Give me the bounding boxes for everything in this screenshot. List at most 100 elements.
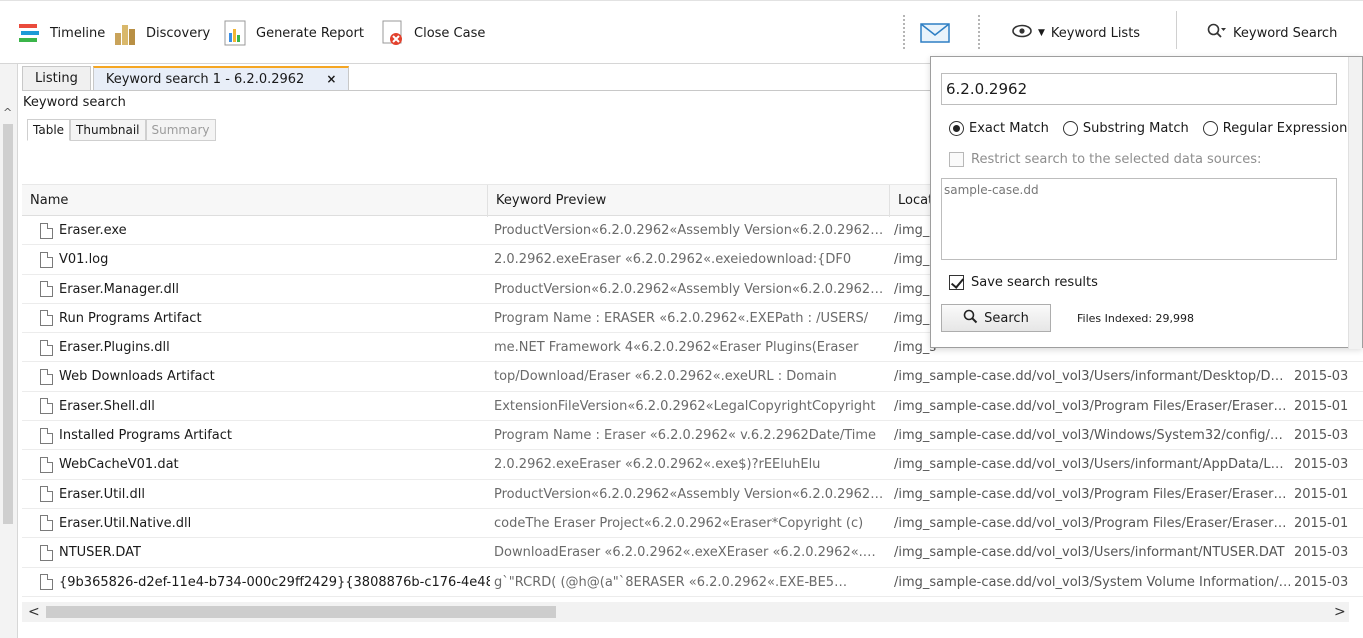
location-cell: /img_sample-case.dd/vol_vol3/Program Fil… <box>894 515 1287 531</box>
column-header-name[interactable]: Name <box>22 185 488 217</box>
radio-unselected-icon <box>1062 121 1078 136</box>
keyword-preview-cell: 2.0.2962.exeEraser «6.2.0.2962«.exeiedow… <box>494 252 852 268</box>
scroll-right-icon[interactable]: > <box>1334 602 1346 622</box>
keyword-preview-cell: ProductVersion«6.2.0.2962«Assembly Versi… <box>494 223 884 238</box>
location-cell: /img_sample-case.dd/vol_vol3/Windows/Sys… <box>894 428 1283 444</box>
keyword-preview-cell: ProductVersion«6.2.0.2962«Assembly Versi… <box>494 281 884 297</box>
popup-scrollbar[interactable] <box>1348 57 1362 349</box>
save-results-checkbox[interactable]: Save search results <box>949 275 1098 290</box>
file-icon <box>40 310 53 327</box>
view-subtabs: Table Thumbnail Summary <box>27 119 216 141</box>
file-name-cell: Installed Programs Artifact <box>40 421 490 450</box>
timeline-icon <box>14 18 44 48</box>
table-row[interactable]: Web Downloads Artifact top/Download/Erase… <box>22 362 1363 392</box>
file-icon <box>40 398 53 415</box>
subtab-summary: Summary <box>145 119 216 141</box>
file-icon <box>40 222 53 239</box>
file-name-cell: Run Programs Artifact <box>40 304 490 333</box>
generate-report-button[interactable]: Generate Report <box>220 15 364 51</box>
checkbox-checked-icon <box>949 275 964 290</box>
file-icon <box>40 574 53 591</box>
table-row[interactable]: Installed Programs Artifact Program Name … <box>22 421 1363 451</box>
main-toolbar: Timeline Discovery Generate Report Close… <box>0 0 1363 64</box>
file-name: Run Programs Artifact <box>59 310 202 326</box>
date-cell: 2015-01 <box>1294 486 1349 502</box>
search-button[interactable]: Search <box>941 304 1051 332</box>
timeline-button[interactable]: Timeline <box>14 15 105 51</box>
keyword-preview-cell: top/Download/Eraser «6.2.0.2962«.exeURL … <box>494 369 837 385</box>
restrict-sources-checkbox: Restrict search to the selected data sou… <box>949 152 1261 167</box>
magnifier-icon <box>963 309 978 328</box>
keyword-lists-button[interactable]: ▼ Keyword Lists <box>1012 15 1140 51</box>
radio-selected-icon <box>949 121 964 136</box>
tab-keyword-search[interactable]: Keyword search 1 - 6.2.0.2962 × <box>92 66 350 90</box>
keyword-search-button[interactable]: Keyword Search <box>1207 15 1337 51</box>
generate-report-label: Generate Report <box>256 25 364 41</box>
file-name: Eraser.Util.Native.dll <box>59 515 192 531</box>
keyword-preview-cell: g`"RCRD( (@h@(a"`8ERASER «6.2.0.2962«.EX… <box>494 574 848 590</box>
file-name-cell: WebCacheV01.dat <box>40 450 490 479</box>
close-case-button[interactable]: Close Case <box>378 15 485 51</box>
regular-expression-radio[interactable]: Regular Expression <box>1202 121 1347 136</box>
date-cell: 2015-03 <box>1294 545 1349 561</box>
file-icon <box>40 368 53 385</box>
location-cell: /img_sample-case.dd/vol_vol3/Program Fil… <box>894 398 1287 414</box>
file-name: Eraser.Plugins.dll <box>59 340 170 356</box>
horizontal-scrollbar[interactable]: < > <box>22 602 1349 622</box>
column-header-keyword-preview[interactable]: Keyword Preview <box>488 185 890 217</box>
table-row[interactable]: NTUSER.DAT DownloadEraser «6.2.0.2962«.ex… <box>22 538 1363 568</box>
date-cell: 2015-01 <box>1294 398 1349 414</box>
file-icon <box>40 515 53 532</box>
location-cell: /img_sample-case.dd/vol_vol3/Program Fil… <box>894 486 1287 502</box>
files-indexed-count: Files Indexed: 29,998 <box>1077 312 1195 325</box>
subtab-summary-label: Summary <box>151 123 210 137</box>
result-tabs: Listing Keyword search 1 - 6.2.0.2962 × <box>22 66 351 90</box>
file-name: {9b365826-d2ef-11e4-b734-000c29ff2429}{3… <box>59 574 490 590</box>
close-case-icon <box>378 18 408 48</box>
close-tab-icon[interactable]: × <box>326 72 336 86</box>
search-button-label: Search <box>984 310 1029 326</box>
subtab-thumbnail[interactable]: Thumbnail <box>70 119 146 141</box>
keyword-input[interactable]: 6.2.0.2962 <box>941 73 1337 105</box>
toolbar-divider <box>903 15 905 49</box>
section-title: Keyword search <box>23 95 126 110</box>
file-name: Web Downloads Artifact <box>59 369 215 385</box>
left-scrollbar[interactable] <box>3 124 13 524</box>
location-cell: /img_sample-case.dd/vol_vol3/Users/infor… <box>894 369 1284 385</box>
exact-match-radio[interactable]: Exact Match <box>949 121 1049 136</box>
keyword-search-popup: 6.2.0.2962 Exact Match Substring Match R… <box>930 56 1363 349</box>
mail-button[interactable] <box>920 15 950 51</box>
substring-match-radio[interactable]: Substring Match <box>1062 121 1189 136</box>
tab-listing[interactable]: Listing <box>22 66 91 90</box>
data-source-item: sample-case.dd <box>944 183 1039 197</box>
file-name: Eraser.Util.dll <box>59 486 146 502</box>
subtab-table[interactable]: Table <box>27 119 71 141</box>
file-name-cell: Eraser.Util.dll <box>40 480 490 509</box>
file-icon <box>40 281 53 298</box>
file-icon <box>40 456 53 473</box>
discovery-button[interactable]: Discovery <box>110 15 210 51</box>
search-icon <box>1207 23 1227 43</box>
subtab-table-label: Table <box>33 123 65 137</box>
file-icon <box>40 339 53 356</box>
date-cell: 2015-03 <box>1294 457 1349 473</box>
file-icon <box>40 427 53 444</box>
table-row[interactable]: Eraser.Util.Native.dll codeThe Eraser Pro… <box>22 509 1363 539</box>
location-cell: /img_sample-case.dd/vol_vol3/Users/infor… <box>894 457 1284 473</box>
scrollbar-thumb[interactable] <box>46 606 556 618</box>
save-results-label: Save search results <box>971 275 1098 290</box>
file-name-cell: Eraser.Shell.dll <box>40 392 490 421</box>
table-row[interactable]: {9b365826-d2ef-11e4-b734-000c29ff2429}{3… <box>22 568 1363 597</box>
keyword-search-label: Keyword Search <box>1233 25 1338 41</box>
toolbar-separator <box>1176 11 1177 49</box>
table-row[interactable]: Eraser.Util.dll ProductVersion«6.2.0.2962… <box>22 480 1363 509</box>
table-row[interactable]: WebCacheV01.dat 2.0.2962.exeEraser «6.2.0… <box>22 450 1363 480</box>
file-name: Eraser.exe <box>59 223 127 238</box>
scroll-up-icon[interactable]: ^ <box>3 106 12 119</box>
scroll-left-icon[interactable]: < <box>28 602 40 622</box>
file-name-cell: Eraser.Util.Native.dll <box>40 509 490 538</box>
file-name-cell: NTUSER.DAT <box>40 538 490 567</box>
eye-icon <box>1012 24 1032 42</box>
table-row[interactable]: Eraser.Shell.dll ExtensionFileVersion«6.2… <box>22 392 1363 422</box>
file-icon <box>40 486 53 503</box>
